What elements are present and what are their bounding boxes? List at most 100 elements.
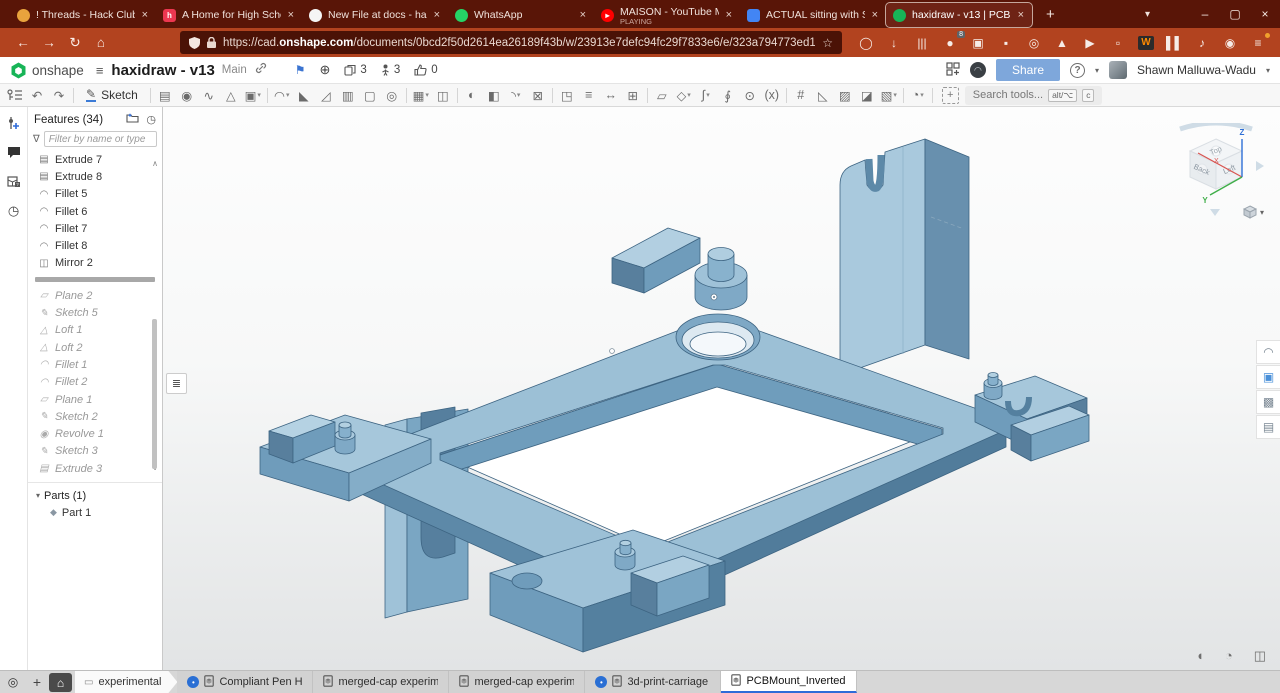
loft-tool-icon[interactable]: △ [220, 86, 242, 105]
close-tab-icon[interactable]: × [287, 9, 295, 21]
cad-viewport[interactable]: Top Back Left X Z Y ▾ ◠▣▩▤ ≣ ◖◔◫ [163, 107, 1280, 670]
browser-tab[interactable]: ! Threads - Hack Club - 2 new it× [10, 3, 156, 27]
tab-counter-icon[interactable]: ●8 [942, 36, 958, 50]
trim-tool-icon[interactable]: ◪ [856, 86, 878, 105]
translate-icon[interactable]: ▣ [970, 36, 986, 50]
feature-item[interactable]: ▤Extrude 8 [28, 168, 162, 185]
new-tab-button[interactable]: + [1046, 6, 1055, 23]
tracking-shield-icon[interactable] [189, 37, 200, 49]
home-tab-button[interactable]: ⌂ [49, 673, 72, 692]
rib-tool-icon[interactable]: ▥ [337, 86, 359, 105]
comments-icon[interactable] [7, 146, 21, 161]
window-restore-button[interactable]: ▢ [1220, 7, 1250, 21]
cad-model[interactable] [163, 107, 1279, 670]
rollback-history-icon[interactable]: ◷ [146, 113, 156, 126]
select-tool-icon[interactable]: + [942, 87, 959, 104]
pocket-icon[interactable]: ◯ [858, 36, 874, 50]
revolve-tool-icon[interactable]: ◉ [176, 86, 198, 105]
app-switcher-icon[interactable] [946, 62, 960, 79]
scroll-up-icon[interactable]: ∧ [152, 159, 158, 168]
browser-tab[interactable]: haxidraw - v13 | PCBMount_Inv× [886, 3, 1032, 27]
helix-tool-icon[interactable]: ∮ [717, 86, 739, 105]
extrude-tool-icon[interactable]: ▤ [154, 86, 176, 105]
appearance-flyout-button[interactable]: ◠ [1256, 340, 1280, 364]
video-extension-icon[interactable]: ▶ [1082, 36, 1098, 50]
help-caret-icon[interactable]: ▾ [1095, 66, 1099, 75]
feature-item[interactable]: △Loft 1 [28, 322, 162, 339]
feature-item[interactable]: ◠Fillet 1 [28, 356, 162, 373]
forward-button[interactable]: → [36, 35, 62, 50]
history-icon[interactable]: ◷ [8, 204, 19, 218]
likes-stat[interactable]: 0 [414, 64, 437, 76]
learning-center-icon[interactable]: ◠ [970, 62, 986, 78]
feature-item[interactable]: ▱Plane 2 [28, 287, 162, 304]
feature-item[interactable]: ✎Sketch 2 [28, 408, 162, 425]
hole-tool-icon[interactable]: ◎ [381, 86, 403, 105]
folder-breadcrumb[interactable]: ▭ experimental [75, 671, 177, 693]
feature-filter-input[interactable] [44, 131, 157, 147]
curve-tool-icon[interactable]: ∫▾ [695, 86, 717, 105]
user-menu-caret-icon[interactable]: ▾ [1266, 66, 1270, 75]
hidden-instances-button[interactable]: ▩ [1256, 390, 1280, 414]
download-icon[interactable]: ↓ [886, 36, 902, 50]
publication-flag-icon[interactable]: ⚑ [295, 63, 306, 77]
library-icon[interactable]: ||| [914, 36, 930, 50]
document-menu-icon[interactable]: ≡ [96, 63, 104, 78]
studio-tab[interactable]: PCBMount_Inverted [721, 671, 856, 693]
frame-tool-icon[interactable]: # [790, 86, 812, 105]
sweep-tool-icon[interactable]: ∿ [198, 86, 220, 105]
studio-tab[interactable]: merged-cap experimen... [313, 671, 449, 693]
named-positions-button[interactable]: ▤ [1256, 415, 1280, 439]
feature-item[interactable]: △Loft 2 [28, 339, 162, 356]
dark-extension-icon[interactable]: ▪ [998, 36, 1014, 50]
draft-tool-icon[interactable]: ◿ [315, 86, 337, 105]
chevron-down-icon[interactable]: ▾ [425, 91, 429, 99]
sketch-button[interactable]: ✎ Sketch [77, 88, 147, 102]
flame-extension-icon[interactable]: ▲ [1054, 36, 1070, 50]
gusset-tool-icon[interactable]: ◺ [812, 86, 834, 105]
named-views-tool-icon[interactable]: ◔▾ [907, 86, 929, 105]
window-close-button[interactable]: × [1250, 7, 1280, 21]
sound-icon[interactable]: ♪ [1194, 36, 1210, 50]
shell-tool-icon[interactable]: ▢ [359, 86, 381, 105]
custom-features-icon[interactable]: ? [7, 174, 21, 191]
parts-section-header[interactable]: ▾ Parts (1) [28, 487, 162, 504]
feature-item[interactable]: ◫Mirror 2 [28, 255, 162, 272]
mirror-tool-icon[interactable]: ◫ [432, 86, 454, 105]
browser-tab[interactable]: New File at docs - hackclub/blot× [302, 3, 448, 27]
chevron-down-icon[interactable]: ▾ [893, 91, 897, 99]
reader-extension-icon[interactable]: ▌▌ [1166, 36, 1182, 50]
chamfer-tool-icon[interactable]: ◣ [293, 86, 315, 105]
performance-icon[interactable]: ◔ [1225, 648, 1233, 664]
share-button[interactable]: Share [996, 59, 1060, 81]
tag-tool-icon[interactable]: ▧▾ [878, 86, 900, 105]
share-link-icon[interactable] [255, 61, 267, 79]
menu-icon[interactable]: ≡ [1250, 36, 1266, 50]
back-button[interactable]: ← [10, 35, 36, 50]
variable-tool-icon[interactable]: (x) [761, 86, 783, 105]
collaborators-stat[interactable]: 3 [381, 64, 400, 76]
browser-tab[interactable]: ▸MAISON - YouTube MusicPLAYING× [594, 3, 740, 27]
rollback-bar[interactable] [35, 277, 155, 282]
home-button[interactable]: ⌂ [88, 35, 114, 50]
small-box-extension-icon[interactable]: ▫ [1110, 36, 1126, 50]
chevron-down-icon[interactable]: ▾ [687, 91, 691, 99]
url-bar[interactable]: https://cad.onshape.com/documents/0bcd2f… [180, 31, 842, 54]
configurations-icon[interactable] [7, 116, 20, 133]
close-tab-icon[interactable]: × [579, 9, 587, 21]
feature-list-scrollbar[interactable] [152, 319, 157, 469]
delete-part-tool-icon[interactable]: ⊠ [527, 86, 549, 105]
feature-item[interactable]: ▤Extrude 3 [28, 460, 162, 477]
workspace-name[interactable]: Main [222, 64, 247, 76]
measure-icon[interactable]: ◫ [1254, 648, 1266, 664]
fillet-tool-icon[interactable]: ◠▾ [271, 86, 293, 105]
feature-item[interactable]: ◠Fillet 6 [28, 203, 162, 220]
feature-item[interactable]: ✎Sketch 5 [28, 304, 162, 321]
close-tab-icon[interactable]: × [725, 9, 733, 21]
search-extension-icon[interactable]: ◎ [1026, 36, 1042, 50]
studio-tab[interactable]: merged-cap experimen... [449, 671, 585, 693]
copy-tool-icon[interactable]: ⊞ [622, 86, 644, 105]
wappalyzer-icon[interactable]: W [1138, 36, 1154, 50]
add-folder-icon[interactable] [126, 113, 139, 126]
search-tools-box[interactable]: Search tools... alt/⌥ c [965, 86, 1103, 105]
